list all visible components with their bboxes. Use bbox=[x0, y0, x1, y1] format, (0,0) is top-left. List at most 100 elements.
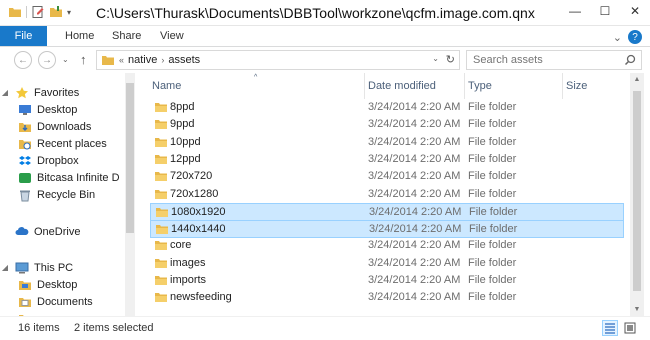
file-list-scrollbar[interactable]: ▲ ▼ bbox=[630, 73, 644, 316]
nav-item-desktop[interactable]: Desktop bbox=[18, 101, 77, 118]
scrollbar-thumb[interactable] bbox=[633, 91, 641, 291]
help-icon[interactable]: ? bbox=[628, 30, 642, 44]
table-row[interactable]: 10ppd 3/24/2014 2:20 AM File folder bbox=[150, 134, 624, 152]
nav-item-pc-desktop[interactable]: Desktop bbox=[18, 276, 77, 293]
file-name[interactable]: 1440x1440 bbox=[171, 223, 225, 235]
column-type[interactable]: Type bbox=[468, 80, 492, 92]
file-name[interactable]: 720x1280 bbox=[170, 188, 218, 200]
search-icon[interactable] bbox=[624, 54, 636, 66]
file-name[interactable]: 8ppd bbox=[170, 101, 194, 113]
file-name[interactable]: 1080x1920 bbox=[171, 206, 225, 218]
search-input[interactable] bbox=[467, 51, 617, 69]
navigation-pane-scrollbar[interactable] bbox=[125, 73, 135, 316]
search-box[interactable] bbox=[466, 50, 642, 70]
navigation-pane: ◢ Favorites Desktop Downloads Recent pla… bbox=[0, 73, 125, 316]
ribbon: File Home Share View ⌄ ? bbox=[0, 26, 650, 47]
breadcrumb-assets[interactable]: assets bbox=[168, 54, 200, 66]
tab-file[interactable]: File bbox=[0, 26, 47, 46]
details-view-button[interactable] bbox=[602, 320, 618, 336]
nav-item-recycle-bin[interactable]: Recycle Bin bbox=[18, 186, 95, 203]
folder-icon bbox=[156, 225, 168, 235]
forward-button[interactable]: → bbox=[38, 51, 56, 69]
breadcrumb-native[interactable]: native bbox=[128, 54, 157, 66]
item-count: 16 items bbox=[18, 322, 60, 334]
table-row[interactable]: core 3/24/2014 2:20 AM File folder bbox=[150, 237, 624, 255]
nav-item-recent-places[interactable]: Recent places bbox=[18, 135, 107, 152]
table-row[interactable]: images 3/24/2014 2:20 AM File folder bbox=[150, 255, 624, 273]
ribbon-right-controls: ⌄ ? bbox=[613, 30, 642, 44]
table-row[interactable]: 720x1280 3/24/2014 2:20 AM File folder bbox=[150, 186, 624, 204]
file-type: File folder bbox=[468, 187, 517, 200]
recent-locations-icon[interactable]: ⌄ bbox=[62, 55, 69, 64]
file-name[interactable]: imports bbox=[170, 274, 206, 286]
table-row[interactable]: 9ppd 3/24/2014 2:20 AM File folder bbox=[150, 116, 624, 134]
nav-item-dropbox[interactable]: Dropbox bbox=[18, 152, 79, 169]
table-row[interactable]: 8ppd 3/24/2014 2:20 AM File folder bbox=[150, 99, 624, 117]
address-dropdown-icon[interactable]: ⌄ bbox=[432, 54, 439, 63]
recent-places-icon bbox=[19, 139, 31, 149]
refresh-icon[interactable]: ↻ bbox=[446, 53, 455, 66]
nav-item-bitcasa[interactable]: Bitcasa Infinite D bbox=[18, 169, 120, 186]
file-name[interactable]: 9ppd bbox=[170, 118, 194, 130]
path-overflow[interactable]: « bbox=[119, 55, 124, 65]
table-row[interactable]: 1440x1440 3/24/2014 2:20 AM File folder bbox=[150, 220, 624, 239]
status-bar: 16 items 2 items selected bbox=[0, 316, 650, 340]
folder-icon bbox=[155, 293, 167, 303]
folder-icon bbox=[155, 276, 167, 285]
window-title: C:\Users\Thurask\Documents\DBBTool\workz… bbox=[96, 5, 536, 21]
close-button[interactable]: ✕ bbox=[620, 0, 650, 22]
expand-ribbon-icon[interactable]: ⌄ bbox=[613, 31, 622, 44]
file-date-modified: 3/24/2014 2:20 AM bbox=[368, 256, 461, 269]
column-divider[interactable] bbox=[464, 73, 465, 99]
table-row[interactable]: 720x720 3/24/2014 2:20 AM File folder bbox=[150, 168, 624, 186]
file-date-modified: 3/24/2014 2:20 AM bbox=[369, 205, 462, 218]
nav-item-downloads[interactable]: Downloads bbox=[18, 118, 91, 135]
column-name[interactable]: Name bbox=[152, 80, 181, 92]
file-name[interactable]: newsfeeding bbox=[170, 291, 232, 303]
new-folder-icon[interactable] bbox=[49, 5, 63, 19]
properties-icon[interactable] bbox=[31, 5, 45, 19]
tab-home[interactable]: Home bbox=[65, 26, 94, 46]
column-size[interactable]: Size bbox=[566, 80, 587, 92]
nav-onedrive[interactable]: OneDrive bbox=[0, 223, 80, 240]
nav-item-documents[interactable]: Documents bbox=[18, 293, 93, 310]
file-name[interactable]: core bbox=[170, 239, 191, 251]
column-divider[interactable] bbox=[364, 73, 365, 99]
table-row[interactable]: imports 3/24/2014 2:20 AM File folder bbox=[150, 272, 624, 290]
file-name[interactable]: images bbox=[170, 257, 205, 269]
address-bar[interactable]: « native › assets ⌄ ↻ bbox=[96, 50, 460, 70]
file-date-modified: 3/24/2014 2:20 AM bbox=[368, 170, 461, 183]
scrollbar-thumb[interactable] bbox=[126, 83, 134, 233]
file-name[interactable]: 12ppd bbox=[170, 153, 201, 165]
table-row[interactable]: 1080x1920 3/24/2014 2:20 AM File folder bbox=[150, 202, 624, 221]
nav-label: Dropbox bbox=[37, 154, 79, 167]
nav-label: Favorites bbox=[34, 86, 80, 99]
up-button[interactable]: ↑ bbox=[80, 52, 87, 67]
back-button[interactable]: ← bbox=[14, 51, 32, 69]
maximize-button[interactable]: ☐ bbox=[590, 0, 620, 22]
nav-this-pc[interactable]: ◢ This PC bbox=[0, 259, 73, 276]
breadcrumb-separator[interactable]: › bbox=[161, 55, 164, 65]
nav-favorites[interactable]: ◢ Favorites bbox=[0, 84, 79, 101]
expanded-chevron-icon[interactable]: ◢ bbox=[0, 263, 10, 272]
scroll-up-icon[interactable]: ▲ bbox=[630, 76, 644, 83]
tab-share[interactable]: Share bbox=[112, 26, 141, 46]
large-icons-view-button[interactable] bbox=[622, 320, 638, 336]
quick-access-toolbar: ▾ bbox=[8, 5, 71, 19]
tab-view[interactable]: View bbox=[160, 26, 184, 46]
file-type: File folder bbox=[469, 223, 518, 236]
customize-qat-icon[interactable]: ▾ bbox=[67, 8, 71, 17]
file-name[interactable]: 720x720 bbox=[170, 170, 212, 182]
file-name[interactable]: 10ppd bbox=[170, 136, 201, 148]
table-row[interactable]: 12ppd 3/24/2014 2:20 AM File folder bbox=[150, 151, 624, 169]
scroll-down-icon[interactable]: ▼ bbox=[630, 306, 644, 313]
file-date-modified: 3/24/2014 2:20 AM bbox=[368, 274, 461, 286]
table-row[interactable]: newsfeeding 3/24/2014 2:20 AM File folder bbox=[150, 289, 624, 307]
selection-count: 2 items selected bbox=[74, 322, 154, 334]
column-date-modified[interactable]: Date modified bbox=[368, 80, 436, 92]
expanded-chevron-icon[interactable]: ◢ bbox=[0, 88, 10, 97]
column-divider[interactable] bbox=[562, 73, 563, 99]
minimize-button[interactable]: — bbox=[560, 0, 590, 22]
onedrive-icon bbox=[15, 226, 29, 235]
file-type: File folder bbox=[468, 274, 517, 286]
